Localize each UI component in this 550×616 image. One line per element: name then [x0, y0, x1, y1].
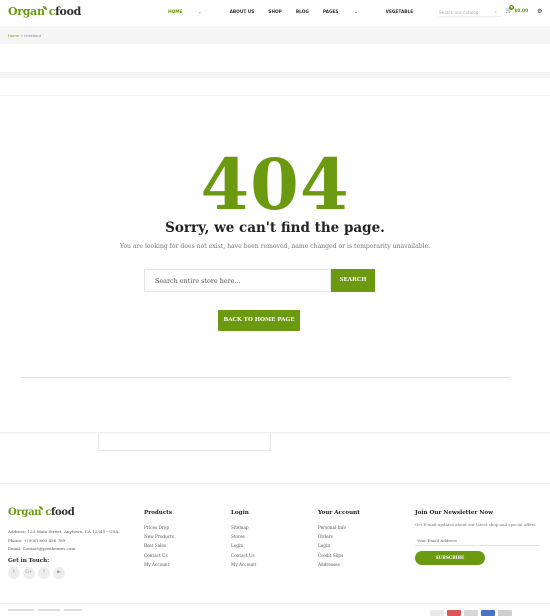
copyright-text: [8, 609, 88, 613]
footer-link[interactable]: Contact Us: [231, 551, 256, 560]
nav-home-label: HOME: [168, 10, 183, 15]
footer-link[interactable]: Contact Us: [144, 551, 174, 560]
footer-link[interactable]: My Account: [144, 560, 174, 569]
logo-text-left: Organ: [8, 5, 45, 18]
search-button[interactable]: SEARCH: [331, 269, 375, 292]
gear-icon[interactable]: ⚙: [537, 8, 542, 15]
footer-col-title: Products: [144, 510, 173, 516]
nav-blog[interactable]: BLOG: [296, 10, 309, 15]
footer-link[interactable]: Addresses: [318, 560, 360, 569]
payment-card-icon: [498, 610, 512, 616]
site-logo[interactable]: Organ cfood: [8, 5, 81, 18]
footer-contact: Address: 123 Main Street, Anytown, CA 12…: [8, 528, 120, 554]
subscribe-button[interactable]: SUBSCRIBE: [415, 551, 485, 565]
footer-phone: Phone: +(000) 800 456 789: [8, 537, 66, 543]
newsletter-text: Get E-mail updates about our latest shop…: [415, 522, 537, 527]
site-header: Organ cfood HOME ⌄ ABOUT US SHOP BLOG PAG…: [0, 0, 550, 26]
newsletter-placeholder: Your Email Address: [417, 538, 457, 543]
footer-address: Address: 123 Main Street, Anytown, CA 12…: [8, 529, 120, 534]
back-to-home-button[interactable]: BACK TO HOME PAGE: [218, 310, 300, 331]
store-search-input[interactable]: Search entire store here...: [144, 269, 331, 292]
mastercard-icon: [447, 610, 461, 616]
footer-col-products: Products Prices Drop New Products Best S…: [144, 510, 174, 569]
search-icon[interactable]: ⌕: [495, 9, 497, 14]
breadcrumb-current: checkout: [23, 33, 42, 38]
footer-link[interactable]: Personal Info: [318, 523, 360, 532]
footer-col-title: Login: [231, 510, 249, 516]
chevron-down-icon: ⌄: [197, 10, 202, 15]
breadcrumb-separator: »: [20, 33, 23, 38]
cart-count-badge: 0: [509, 5, 514, 10]
divider: [0, 95, 550, 96]
header-search-placeholder: Search our catalog: [439, 10, 479, 15]
footer-link[interactable]: New Products: [144, 532, 174, 541]
payment-card-icon: [464, 610, 478, 616]
footer-logo[interactable]: Organ cfood: [8, 506, 75, 518]
google-plus-icon[interactable]: G+: [23, 567, 35, 579]
social-links: t G+ f ▶: [8, 567, 68, 579]
facebook-icon[interactable]: f: [38, 567, 50, 579]
breadcrumb-home[interactable]: Home: [8, 33, 19, 38]
nav-about[interactable]: ABOUT US: [230, 10, 255, 15]
main-nav: HOME ⌄ ABOUT US SHOP BLOG PAGES ⌄ VEGETA…: [168, 10, 427, 15]
header-search-input[interactable]: Search our catalog ⌕: [439, 8, 501, 17]
nav-home[interactable]: HOME ⌄: [168, 10, 216, 15]
footer-newsletter: Join Our Newsletter Now Get E-mail updat…: [415, 510, 540, 565]
cart-total: $0.00: [514, 9, 529, 14]
cart-button[interactable]: 🛒 0 $0.00: [505, 5, 529, 14]
footer-logo-text-left: Organ: [8, 507, 42, 518]
footer-col-title: Your Account: [318, 510, 360, 516]
error-title: Sorry, we can't find the page.: [165, 220, 385, 236]
logo-text-right: food: [55, 5, 82, 18]
nav-pages[interactable]: PAGES ⌄: [323, 10, 372, 15]
get-in-touch-heading: Get in Touch:: [8, 558, 50, 564]
nav-vegetable[interactable]: VEGETABLE: [386, 10, 414, 15]
footer-link[interactable]: Best Sales: [144, 541, 174, 550]
divider: [0, 432, 550, 433]
store-search-placeholder: Search entire store here...: [155, 277, 241, 285]
nav-pages-label: PAGES: [322, 10, 339, 15]
footer-logo-text-right: food: [51, 507, 75, 518]
newsletter-email-input[interactable]: Your Email Address: [415, 535, 540, 546]
footer-link[interactable]: Prices Drop: [144, 523, 174, 532]
footer-link[interactable]: Login: [231, 541, 256, 550]
divider: [0, 483, 550, 484]
divider-band: [0, 72, 550, 78]
footer-link[interactable]: Sitemap: [231, 523, 256, 532]
divider: [0, 603, 550, 604]
nav-shop[interactable]: SHOP: [268, 10, 282, 15]
error-message: You are looking for does not exist, have…: [119, 243, 431, 250]
youtube-icon[interactable]: ▶: [53, 567, 65, 579]
footer-link[interactable]: Orders: [318, 532, 360, 541]
footer-col-login: Login Sitemap Stores Login Contact Us My…: [231, 510, 256, 569]
divider: [21, 377, 510, 378]
newsletter-title: Join Our Newsletter Now: [415, 510, 493, 516]
footer-link[interactable]: Stores: [231, 532, 256, 541]
breadcrumb: Home » checkout: [8, 33, 41, 38]
twitter-icon[interactable]: t: [8, 567, 20, 579]
error-code: 404: [200, 143, 350, 226]
payment-icons: [430, 610, 515, 616]
chevron-down-icon: ⌄: [354, 10, 358, 15]
payment-card-icon: [430, 610, 444, 616]
empty-panel: [98, 433, 271, 451]
breadcrumb-bar: Home » checkout: [0, 26, 550, 44]
footer-link[interactable]: Credit Slips: [318, 551, 360, 560]
footer-col-account: Your Account Personal Info Orders Login …: [318, 510, 360, 569]
footer-email: Email: Contact@posthemes.com: [8, 546, 76, 552]
visa-icon: [481, 610, 495, 616]
footer-link[interactable]: Login: [318, 541, 360, 550]
footer-link[interactable]: My Account: [231, 560, 256, 569]
